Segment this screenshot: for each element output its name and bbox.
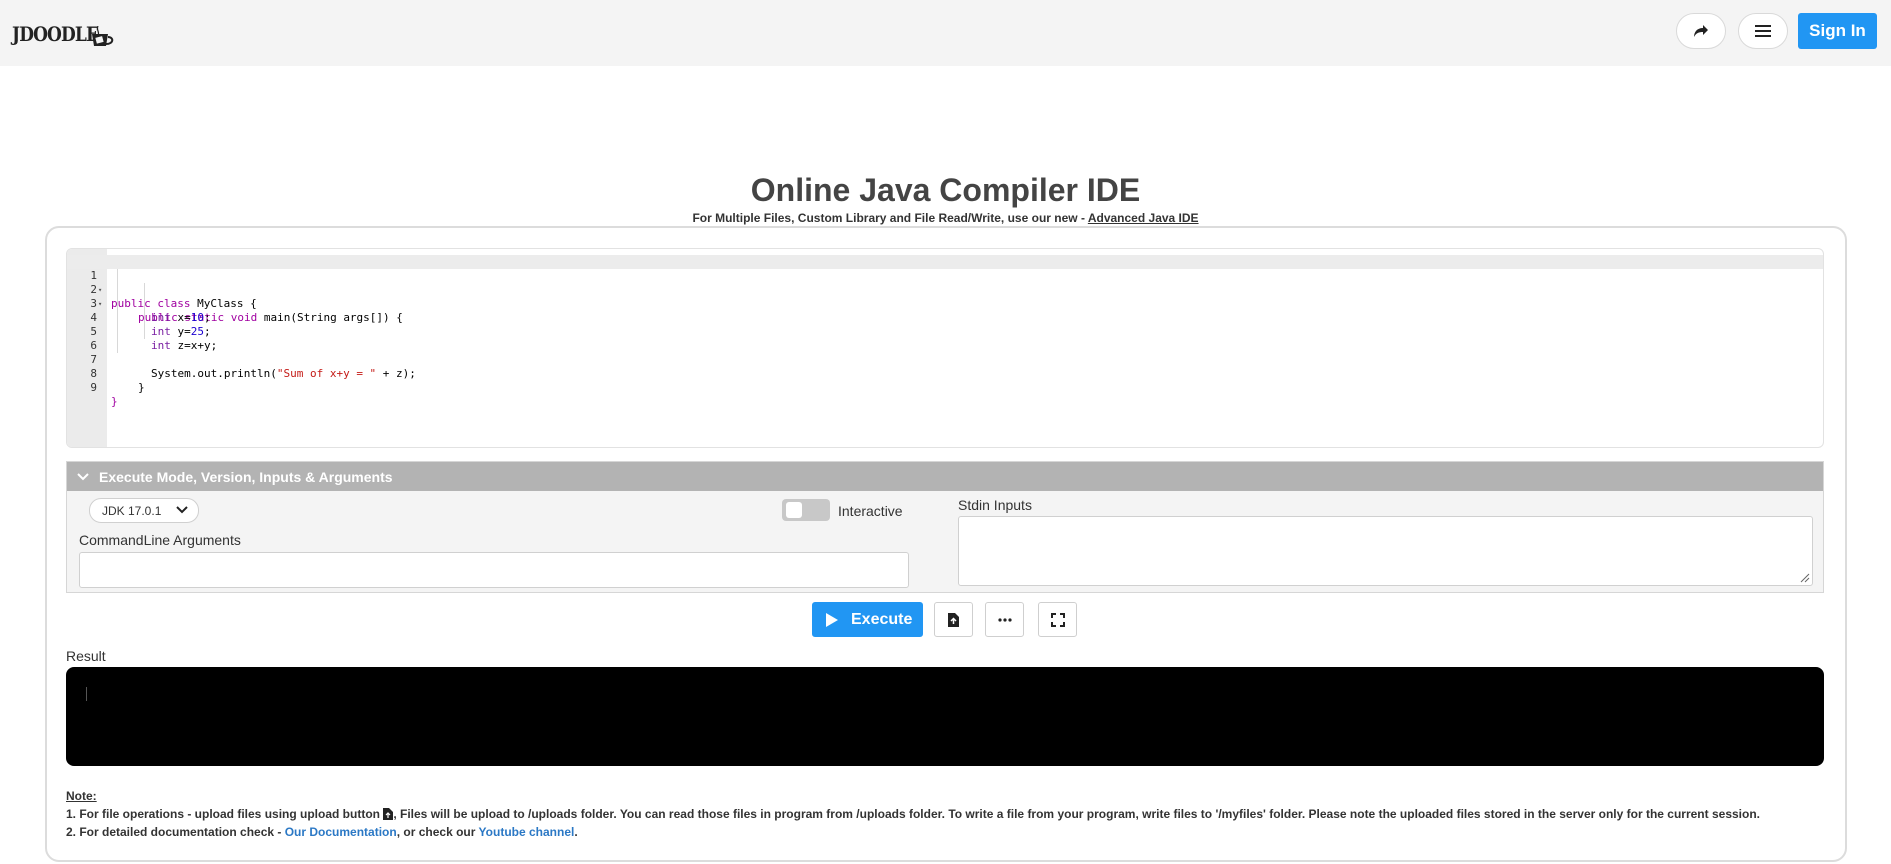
stdin-inputs-label: Stdin Inputs	[958, 497, 1032, 513]
code-line: 5 int z=x+y;	[67, 311, 1823, 352]
result-output-terminal[interactable]	[66, 667, 1824, 766]
execute-button[interactable]: Execute	[812, 602, 923, 637]
terminal-cursor	[86, 687, 87, 701]
page-subtitle: For Multiple Files, Custom Library and F…	[0, 211, 1891, 225]
result-label: Result	[66, 648, 106, 664]
interactive-label: Interactive	[838, 503, 903, 519]
line-number: 9	[90, 381, 97, 394]
more-options-button[interactable]	[985, 602, 1024, 637]
stdin-inputs-textarea[interactable]	[958, 516, 1813, 586]
code-line: 4 int y=25;	[67, 297, 1823, 338]
note-text: 1. For file operations - upload files us…	[66, 807, 384, 821]
cmdline-args-input[interactable]	[79, 552, 909, 588]
upload-file-icon	[383, 808, 394, 820]
documentation-link[interactable]: Our Documentation	[285, 825, 397, 839]
note-text: .	[574, 825, 578, 839]
cmdline-args-label: CommandLine Arguments	[79, 532, 241, 548]
fullscreen-icon	[1050, 612, 1065, 627]
upload-file-button[interactable]	[934, 602, 973, 637]
code-line: 1 ▾ public class MyClass {	[67, 255, 1823, 310]
execution-options-panel: Execute Mode, Version, Inputs & Argument…	[66, 461, 1824, 593]
advanced-java-ide-link[interactable]: Advanced Java IDE	[1088, 211, 1199, 225]
note-text: , or check our	[396, 825, 479, 839]
upload-file-icon	[948, 612, 959, 627]
hamburger-menu-icon	[1755, 25, 1771, 37]
subtitle-text: For Multiple Files, Custom Library and F…	[692, 211, 1088, 225]
code-line: 8 }	[67, 353, 1823, 394]
code-line: 3 int x=10;	[67, 283, 1823, 324]
more-dots-icon	[997, 617, 1012, 622]
top-navbar: JDOODLE Sign In	[0, 0, 1891, 66]
note-line-2: 2. For detailed documentation check - Ou…	[66, 825, 578, 839]
code-line: 6	[67, 325, 1823, 352]
sign-in-button[interactable]: Sign In	[1798, 13, 1877, 49]
play-icon	[826, 612, 838, 627]
code-token: }	[111, 395, 118, 408]
note-text: 2. For detailed documentation check -	[66, 825, 285, 839]
jdk-version-select[interactable]: JDK 17.0.1	[89, 498, 199, 523]
note-title: Note:	[66, 789, 97, 803]
share-icon	[1694, 25, 1708, 37]
jdk-version-value: JDK 17.0.1	[102, 503, 162, 518]
options-panel-title: Execute Mode, Version, Inputs & Argument…	[99, 468, 393, 485]
youtube-channel-link[interactable]: Youtube channel	[479, 825, 575, 839]
code-line: 7 System.out.println("Sum of x+y = " + z…	[67, 339, 1823, 380]
chevron-down-icon	[176, 506, 188, 514]
options-panel-toggle[interactable]: Execute Mode, Version, Inputs & Argument…	[67, 462, 1823, 491]
jdoodle-logo[interactable]: JDOODLE	[12, 2, 120, 54]
resize-handle-icon[interactable]	[1800, 573, 1810, 583]
note-text: , Files will be upload to /uploads folde…	[393, 807, 1760, 821]
code-token: }	[138, 381, 145, 394]
fullscreen-button[interactable]	[1038, 602, 1077, 637]
note-line-1: 1. For file operations - upload files us…	[66, 807, 1760, 821]
page-title: Online Java Compiler IDE	[750, 172, 1141, 208]
interactive-mode-toggle[interactable]	[782, 499, 830, 521]
menu-button[interactable]	[1738, 13, 1788, 49]
code-editor[interactable]: 1 ▾ public class MyClass { 2 ▾ public st…	[66, 248, 1824, 448]
code-line: 9 }	[67, 367, 1823, 408]
execute-label: Execute	[851, 610, 913, 628]
chevron-down-icon	[77, 472, 89, 480]
code-line: 2 ▾ public static void main(String args[…	[67, 269, 1823, 324]
toggle-knob	[786, 502, 802, 518]
share-button[interactable]	[1676, 13, 1726, 49]
coffee-cup-icon	[92, 26, 114, 46]
